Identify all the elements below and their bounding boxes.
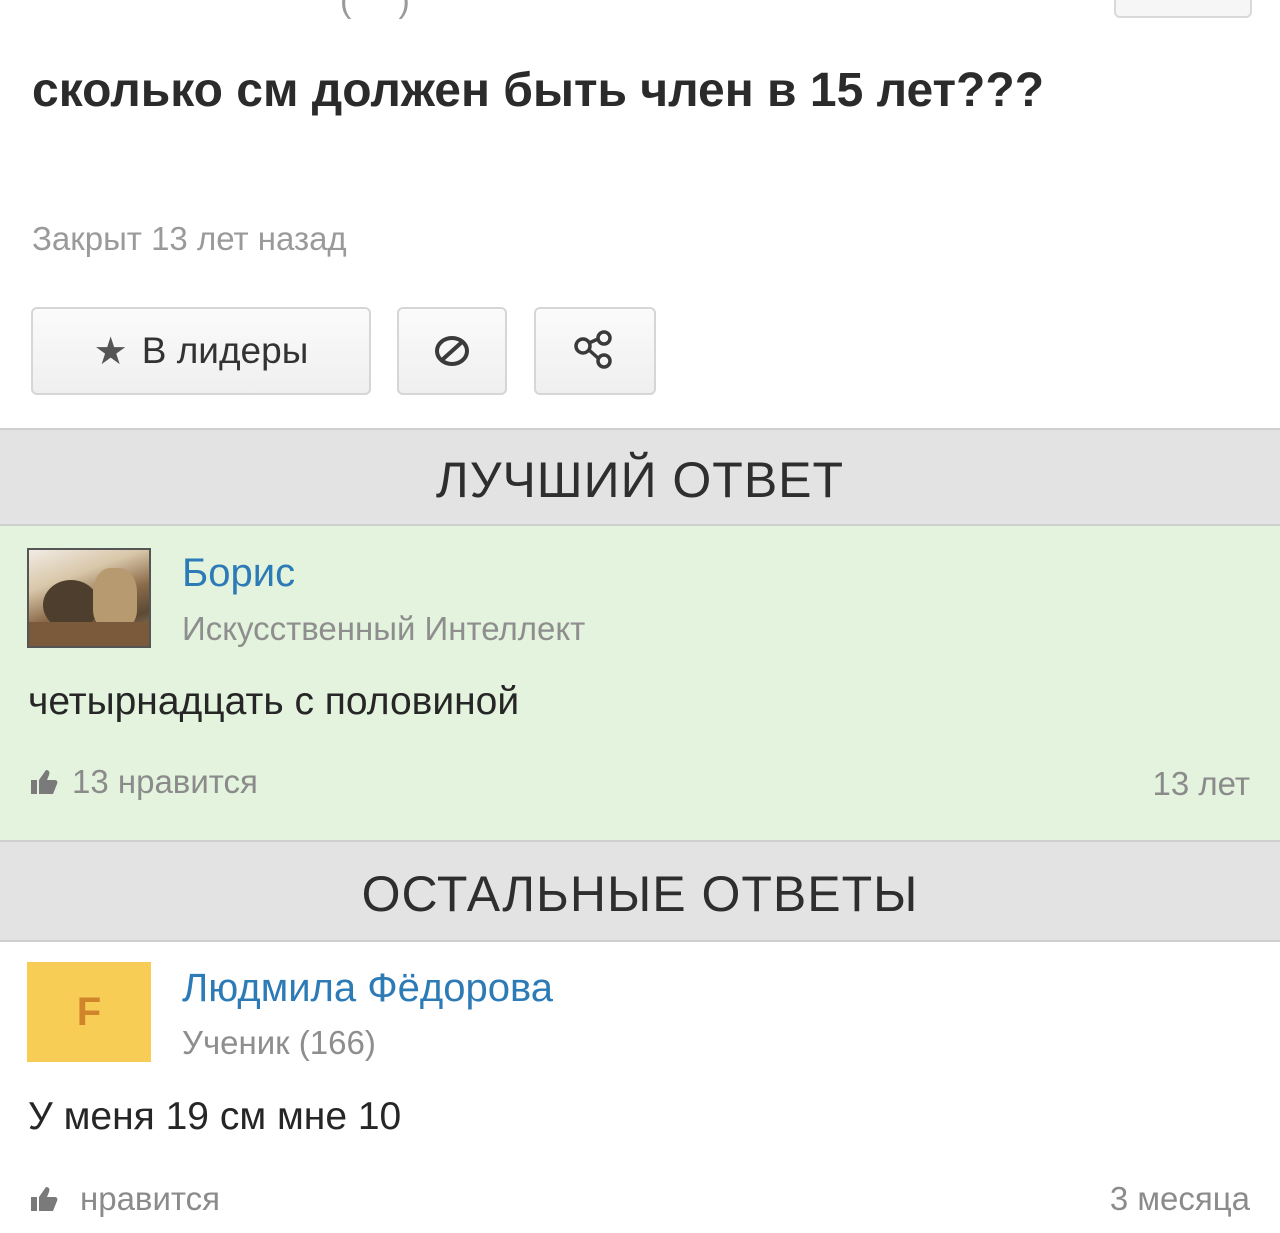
add-to-leaders-label: В лидеры — [141, 330, 309, 371]
best-answer-like-count: 13 нравится — [72, 763, 258, 800]
share-button[interactable] — [534, 307, 656, 395]
best-answer-text: четырнадцать с половиной — [28, 680, 520, 723]
best-answer-author[interactable]: Борис — [182, 551, 295, 596]
answer-author-rank: Ученик (166) — [182, 1024, 376, 1061]
cutoff-text-fragment: ( ) — [340, 0, 410, 20]
avatar-image-part — [29, 622, 149, 646]
avatar-image-part — [93, 568, 137, 628]
share-icon — [574, 330, 612, 369]
answer-author[interactable]: Людмила Фёдорова — [182, 966, 553, 1011]
best-answer-author-rank: Искусственный Интеллект — [182, 610, 586, 647]
other-answers-header: ОСТАЛЬНЫЕ ОТВЕТЫ — [0, 840, 1280, 942]
answer-time: 3 месяца — [1109, 1180, 1250, 1217]
top-right-button-fragment[interactable] — [1114, 0, 1252, 18]
avatar[interactable]: F — [27, 962, 151, 1062]
best-answer-like-button[interactable]: 13 нравится — [28, 763, 258, 801]
thumbs-up-icon — [31, 1187, 58, 1211]
block-icon — [435, 336, 469, 366]
add-to-leaders-button[interactable]: ★ В лидеры — [31, 307, 371, 395]
report-button[interactable] — [397, 307, 507, 395]
avatar[interactable] — [27, 548, 151, 648]
answer-text: У меня 19 см мне 10 — [28, 1095, 402, 1138]
answer-like-label: нравится — [80, 1180, 221, 1217]
question-status: Закрыт 13 лет назад — [32, 220, 347, 257]
top-cutoff-area: ( ) — [0, 0, 1280, 20]
star-icon: ★ — [93, 330, 128, 373]
best-answer-header: ЛУЧШИЙ ОТВЕТ — [0, 428, 1280, 526]
question-title: сколько см должен быть член в 15 лет??? — [32, 64, 1045, 117]
thumbs-up-icon — [31, 770, 58, 794]
best-answer-time: 13 лет — [1152, 765, 1250, 802]
answer-like-button[interactable]: нравится — [28, 1180, 220, 1218]
